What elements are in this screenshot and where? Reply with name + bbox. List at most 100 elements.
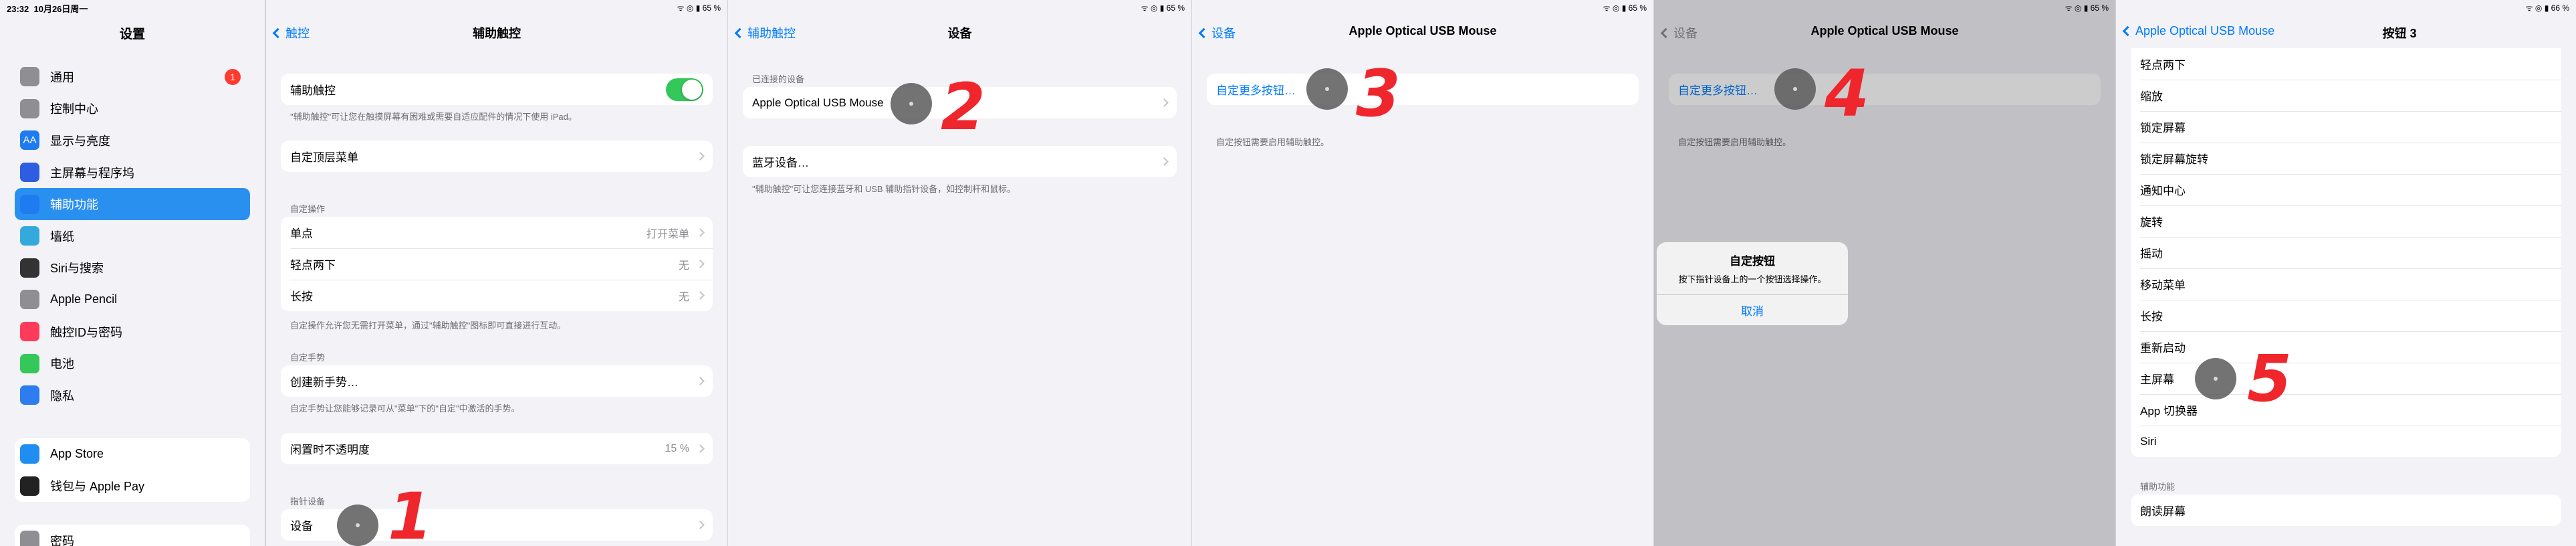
page-title: 设备	[947, 27, 972, 40]
sidebar-item-label: 辅助功能	[50, 198, 98, 212]
custom-action-row[interactable]: 长按无	[281, 280, 713, 311]
action-option-row[interactable]: Siri	[2131, 426, 2561, 457]
sidebar-item-label: 隐私	[50, 389, 74, 403]
sidebar-item-label: Siri与搜索	[50, 262, 104, 276]
chevron-left-icon	[2122, 25, 2133, 37]
customize-button-alert: 自定按钮 按下指针设备上的一个按钮选择操作。 取消	[1657, 242, 1848, 325]
sidebar-group-store: App Store 钱包与 Apple Pay	[15, 438, 250, 503]
sidebar-item[interactable]: Siri与搜索	[15, 252, 250, 284]
chevron-right-icon	[1160, 157, 1169, 166]
pointer-cursor	[891, 83, 932, 124]
sidebar-item[interactable]: 钱包与 Apple Pay	[15, 470, 250, 503]
sidebar-item-label: 显示与亮度	[50, 134, 110, 148]
status-bar: ᯤ ◎ ▮ 66 %	[2116, 0, 2576, 15]
idle-opacity-row[interactable]: 闲置时不透明度 15 %	[281, 433, 713, 464]
action-option-row[interactable]: 摇动	[2131, 237, 2561, 268]
sidebar-item[interactable]: 控制中心	[15, 93, 250, 125]
siri-icon	[20, 258, 39, 278]
alert-title: 自定按钮	[1730, 255, 1775, 268]
battery-icon	[20, 353, 39, 373]
mouse-alert-panel: ᯤ ◎ ▮ 65 % 设备 Apple Optical USB Mouse 自定…	[1653, 0, 2115, 546]
accessibility-header: 辅助功能	[2140, 482, 2176, 492]
action-option-row[interactable]: 移动菜单	[2131, 268, 2561, 300]
status-battery: ᯤ ◎ ▮ 65 %	[677, 3, 721, 13]
assistivetouch-toggle[interactable]	[666, 78, 703, 101]
pencil-icon	[20, 290, 39, 310]
sidebar-item-label: Apple Pencil	[50, 292, 118, 306]
status-bar: ᯤ ◎ ▮ 65 %	[266, 0, 727, 15]
alert-message: 按下指针设备上的一个按钮选择操作。	[1678, 274, 1827, 284]
custom-top-menu-row[interactable]: 自定顶层菜单	[281, 141, 713, 172]
sidebar-item[interactable]: App Store	[15, 438, 250, 470]
chevron-right-icon	[696, 228, 705, 237]
devices-panel: ᯤ ◎ ▮ 65 % 辅助触控 设备 已连接的设备 Apple Optical …	[727, 0, 1191, 546]
settings-sidebar: 23:32 10月26日周一 设置 通用 1 控制中心 AA 显示与亮度 主屏幕与程序坞辅…	[0, 0, 265, 546]
action-option-row[interactable]: App 切换器	[2131, 394, 2561, 426]
alert-cancel-button[interactable]: 取消	[1657, 294, 1848, 325]
button-action-panel: ᯤ ◎ ▮ 66 % Apple Optical USB Mouse 按钮 3 …	[2115, 0, 2576, 546]
sidebar-group-main: 通用 1 控制中心 AA 显示与亮度主屏幕与程序坞辅助功能墙纸 Siri与搜索 Apple …	[15, 61, 250, 412]
action-option-row[interactable]: 长按	[2131, 300, 2561, 331]
gear-icon	[20, 67, 39, 87]
action-option-row[interactable]: 重新启动	[2131, 331, 2561, 363]
assistivetouch-footer: "辅助触控"可让您在触摸屏幕有困难或需要自适应配件的情况下使用 iPad。	[290, 112, 577, 122]
chevron-right-icon	[696, 260, 705, 268]
customize-buttons-row[interactable]: 自定更多按钮…	[1207, 74, 1639, 105]
sidebar-item[interactable]: Apple Pencil	[15, 284, 250, 316]
page-title: 辅助触控	[473, 27, 521, 40]
sidebar-item[interactable]: 触控ID与密码	[15, 316, 250, 348]
chevron-right-icon	[696, 377, 705, 385]
hand-icon	[20, 385, 39, 405]
sidebar-item[interactable]: 隐私	[15, 379, 250, 412]
step-annotation: 1	[388, 479, 433, 546]
sidebar-item[interactable]: AA 显示与亮度	[15, 124, 250, 157]
accessibility-icon	[20, 194, 39, 214]
nav-bar: 辅助触控 设备	[728, 20, 1191, 44]
sidebar-item[interactable]: 辅助功能	[15, 188, 250, 220]
page-title: 按钮 3	[2382, 27, 2417, 40]
switches-icon	[20, 98, 39, 118]
action-option-row[interactable]: 锁定屏幕旋转	[2131, 143, 2561, 174]
custom-actions-footer: 自定操作允许您无需打开菜单，通过"辅助触控"图标即可直接进行互动。	[290, 321, 566, 331]
status-battery: ᯤ ◎ ▮ 65 %	[1141, 3, 1185, 13]
pointer-cursor	[1306, 68, 1348, 110]
action-option-row[interactable]: 缩放	[2131, 80, 2561, 111]
customize-footer: 自定按钮需要启用辅助触控。	[1216, 137, 1330, 147]
bluetooth-devices-row[interactable]: 蓝牙设备…	[743, 146, 1177, 177]
sidebar-item[interactable]: 墙纸	[15, 220, 250, 252]
sidebar-item[interactable]: 电池	[15, 347, 250, 379]
assistivetouch-panel: ᯤ ◎ ▮ 65 % 触控 辅助触控 辅助触控 "辅助触控"可让您在触摸屏幕有困…	[265, 0, 727, 546]
sidebar-item[interactable]: 通用 1	[15, 61, 250, 93]
action-option-row[interactable]: 朗读屏幕	[2131, 494, 2561, 526]
custom-action-row[interactable]: 轻点两下无	[281, 248, 713, 280]
custom-actions-group: 单点 打开菜单 轻点两下无长按无	[281, 217, 713, 311]
fingerprint-icon	[20, 322, 39, 342]
sidebar-item[interactable]: 密码	[15, 525, 250, 546]
sidebar-item-label: App Store	[50, 447, 104, 461]
pointer-cursor	[337, 505, 378, 546]
sidebar-item[interactable]: 主屏幕与程序坞	[15, 157, 250, 189]
action-option-row[interactable]: 锁定屏幕	[2131, 111, 2561, 143]
nav-bar: Apple Optical USB Mouse 按钮 3	[2116, 20, 2576, 44]
assistivetouch-toggle-row: 辅助触控	[281, 74, 713, 105]
action-option-row[interactable]: 轻点两下	[2131, 48, 2561, 80]
sidebar-item-label: 钱包与 Apple Pay	[50, 480, 145, 494]
sidebar-item-label: 触控ID与密码	[50, 325, 122, 339]
sidebar-item-label: 电池	[50, 357, 74, 371]
custom-gestures-header: 自定手势	[290, 353, 326, 363]
devices-footer: "辅助触控"可让您连接蓝牙和 USB 辅助指针设备，如控制杆和鼠标。	[752, 184, 1016, 194]
key-icon	[20, 531, 39, 546]
step-annotation: 4	[1825, 56, 1869, 131]
sidebar-item-label: 墙纸	[50, 230, 74, 244]
pointer-devices-header: 指针设备	[290, 496, 326, 507]
pointer-cursor	[2195, 358, 2236, 399]
action-option-row[interactable]: 旋转	[2131, 205, 2561, 237]
custom-action-row[interactable]: 单点 打开菜单	[281, 217, 713, 248]
chevron-right-icon	[696, 444, 705, 453]
status-bar: 23:32 10月26日周一	[0, 0, 265, 15]
page-title: Apple Optical USB Mouse	[1349, 24, 1497, 37]
action-option-row[interactable]: 通知中心	[2131, 174, 2561, 205]
chevron-right-icon	[1160, 98, 1169, 107]
create-gesture-row[interactable]: 创建新手势…	[281, 365, 713, 397]
text-size-icon: AA	[20, 130, 39, 151]
